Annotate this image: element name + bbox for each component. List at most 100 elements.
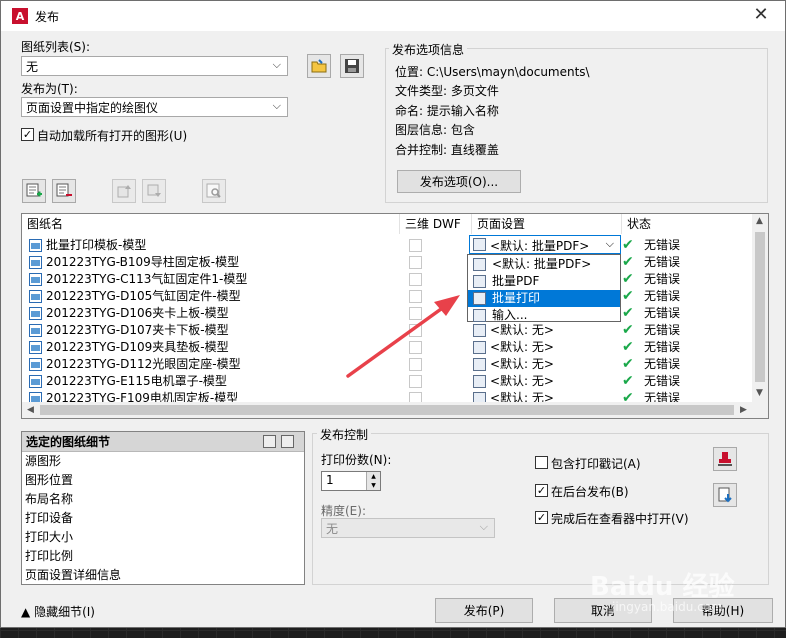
publish-to-select[interactable]: 页面设置中指定的绘图仪 ⌵ bbox=[21, 97, 288, 117]
dropdown-option-selected[interactable]: 批量打印 bbox=[468, 290, 620, 307]
scroll-right-icon[interactable]: ▶ bbox=[740, 405, 747, 415]
table-row[interactable]: 201223TYG-E115电机罩子-模型 <默认: 无> ✔ 无错误 bbox=[22, 373, 752, 390]
sheet-status: 无错误 bbox=[644, 357, 681, 371]
sheet-list-value: 无 bbox=[26, 60, 39, 74]
column-header-status[interactable]: 状态 bbox=[622, 214, 752, 234]
3d-dwf-checkbox[interactable] bbox=[409, 290, 422, 303]
table-row[interactable]: 201223TYG-D112光眼固定座-模型 <默认: 无> ✔ 无错误 bbox=[22, 356, 752, 373]
3d-dwf-checkbox[interactable] bbox=[409, 358, 422, 371]
table-row[interactable]: 201223TYG-D107夹卡下板-模型 <默认: 无> ✔ 无错误 bbox=[22, 322, 752, 339]
chevron-down-icon: ⌵ bbox=[272, 99, 281, 112]
table-row[interactable]: 201223TYG-D106夹卡上板-模型 ✔ 无错误 bbox=[22, 305, 752, 322]
window-title: 发布 bbox=[35, 9, 60, 24]
page-setup-icon bbox=[473, 358, 486, 371]
page-setup-icon bbox=[473, 275, 486, 288]
info-layer: 图层信息: 包含 bbox=[395, 123, 475, 137]
3d-dwf-checkbox[interactable] bbox=[409, 324, 422, 337]
sheet-icon bbox=[29, 324, 42, 337]
sheet-status: 无错误 bbox=[644, 272, 681, 286]
check-icon: ✔ bbox=[622, 305, 634, 321]
column-header-3d-dwf[interactable]: 三维 DWF bbox=[400, 214, 472, 234]
publish-options-button[interactable]: 发布选项(O)... bbox=[397, 170, 521, 193]
table-row[interactable]: 批量打印模板-模型 ✔ 无错误 bbox=[22, 237, 752, 254]
scroll-up-icon[interactable]: ▲ bbox=[756, 216, 763, 226]
page-setup-select[interactable]: <默认: 批量PDF> ⌵ bbox=[469, 235, 621, 254]
sheet-status: 无错误 bbox=[644, 374, 681, 388]
add-sheets-button[interactable] bbox=[22, 179, 46, 203]
include-stamp-checkbox[interactable] bbox=[535, 456, 548, 469]
page-setup-value[interactable]: <默认: 无> bbox=[490, 373, 554, 390]
dropdown-option[interactable]: 批量PDF bbox=[468, 273, 620, 290]
3d-dwf-checkbox[interactable] bbox=[409, 375, 422, 388]
remove-sheets-button[interactable] bbox=[52, 179, 76, 203]
hide-details-toggle[interactable]: ▲ 隐藏细节(I) bbox=[21, 603, 95, 620]
check-icon: ✔ bbox=[622, 373, 634, 389]
table-row[interactable]: 201223TYG-D109夹具垫板-模型 <默认: 无> ✔ 无错误 bbox=[22, 339, 752, 356]
scroll-down-icon[interactable]: ▼ bbox=[756, 388, 763, 398]
3d-dwf-checkbox[interactable] bbox=[409, 341, 422, 354]
export-button[interactable] bbox=[713, 483, 737, 507]
horizontal-scroll-thumb[interactable] bbox=[40, 405, 734, 415]
check-icon: ✔ bbox=[622, 271, 634, 287]
open-viewer-label: 完成后在查看器中打开(V) bbox=[551, 512, 689, 526]
scroll-left-icon[interactable]: ◀ bbox=[27, 405, 34, 415]
details-copy-icon[interactable] bbox=[281, 435, 294, 448]
sheet-name: 201223TYG-D107夹卡下板-模型 bbox=[46, 323, 229, 337]
dropdown-option[interactable]: 输入... bbox=[468, 307, 620, 324]
table-row[interactable]: 201223TYG-D105气缸固定件-模型 ✔ 无错误 bbox=[22, 288, 752, 305]
folder-open-icon bbox=[311, 59, 327, 73]
table-row[interactable]: 201223TYG-B109导柱固定板-模型 ✔ 无错误 bbox=[22, 254, 752, 271]
copies-stepper[interactable]: 1 ▲ ▼ bbox=[321, 471, 381, 491]
sheet-table: 图纸名 三维 DWF 页面设置 状态 批量打印模板-模型 ✔ 无错误 20122… bbox=[21, 213, 769, 419]
page-setup-icon bbox=[473, 292, 486, 305]
sheet-name: 201223TYG-D112光眼固定座-模型 bbox=[46, 357, 241, 371]
3d-dwf-checkbox[interactable] bbox=[409, 307, 422, 320]
details-title: 选定的图纸细节 bbox=[26, 435, 111, 449]
background-publish-label: 在后台发布(B) bbox=[551, 485, 629, 499]
check-icon: ✔ bbox=[622, 356, 634, 372]
sheet-icon bbox=[29, 273, 42, 286]
auto-load-checkbox[interactable]: ✓ bbox=[21, 128, 34, 141]
preview-button[interactable] bbox=[202, 179, 226, 203]
page-setup-icon bbox=[473, 375, 486, 388]
precision-select[interactable]: 无 ⌵ bbox=[321, 518, 495, 538]
decrement-icon[interactable]: ▼ bbox=[366, 481, 380, 490]
stamp-settings-button[interactable] bbox=[713, 447, 737, 471]
save-sheet-list-button[interactable] bbox=[340, 54, 364, 78]
background-publish-checkbox[interactable]: ✓ bbox=[535, 484, 548, 497]
page-setup-value[interactable]: <默认: 无> bbox=[490, 356, 554, 373]
chevron-down-icon: ⌵ bbox=[605, 237, 614, 250]
stamp-icon bbox=[718, 452, 732, 466]
table-row[interactable]: 201223TYG-C113气缸固定件1-模型 ✔ 无错误 bbox=[22, 271, 752, 288]
page-setup-icon bbox=[473, 238, 486, 251]
page-setup-value[interactable]: <默认: 无> bbox=[490, 339, 554, 356]
vertical-scrollbar[interactable]: ▲ ▼ bbox=[752, 214, 768, 402]
open-viewer-checkbox[interactable]: ✓ bbox=[535, 511, 548, 524]
column-header-page-setup[interactable]: 页面设置 bbox=[472, 214, 622, 234]
publish-control-title: 发布控制 bbox=[317, 426, 372, 443]
details-view-icon[interactable] bbox=[263, 435, 276, 448]
3d-dwf-checkbox[interactable] bbox=[409, 239, 422, 252]
selected-sheet-details: 选定的图纸细节 源图形 图形位置 布局名称 打印设备 打印大小 打印比例 页面设… bbox=[21, 431, 305, 585]
load-sheet-list-button[interactable] bbox=[307, 54, 331, 78]
close-icon[interactable]: ✕ bbox=[751, 5, 771, 25]
chevron-down-icon: ⌵ bbox=[479, 520, 488, 533]
page-setup-value[interactable]: <默认: 无> bbox=[490, 322, 554, 339]
move-sheet-down-button[interactable] bbox=[142, 179, 166, 203]
sheet-list-select[interactable]: 无 ⌵ bbox=[21, 56, 288, 76]
increment-icon[interactable]: ▲ bbox=[366, 472, 380, 481]
move-sheet-up-button[interactable] bbox=[112, 179, 136, 203]
dropdown-option-label: <默认: 批量PDF> bbox=[492, 257, 592, 271]
horizontal-scrollbar[interactable]: ◀ ▶ bbox=[22, 402, 768, 418]
vertical-scroll-thumb[interactable] bbox=[755, 232, 765, 382]
info-file-type: 文件类型: 多页文件 bbox=[395, 84, 499, 98]
info-merge: 合并控制: 直线覆盖 bbox=[395, 143, 499, 157]
3d-dwf-checkbox[interactable] bbox=[409, 256, 422, 269]
column-header-name[interactable]: 图纸名 bbox=[22, 214, 400, 234]
details-item: 页面设置详细信息 bbox=[25, 568, 122, 582]
page-setup-icon bbox=[473, 324, 486, 337]
dropdown-option[interactable]: <默认: 批量PDF> bbox=[468, 256, 620, 273]
publish-button[interactable]: 发布(P) bbox=[435, 598, 533, 623]
sheet-status: 无错误 bbox=[644, 323, 681, 337]
3d-dwf-checkbox[interactable] bbox=[409, 273, 422, 286]
